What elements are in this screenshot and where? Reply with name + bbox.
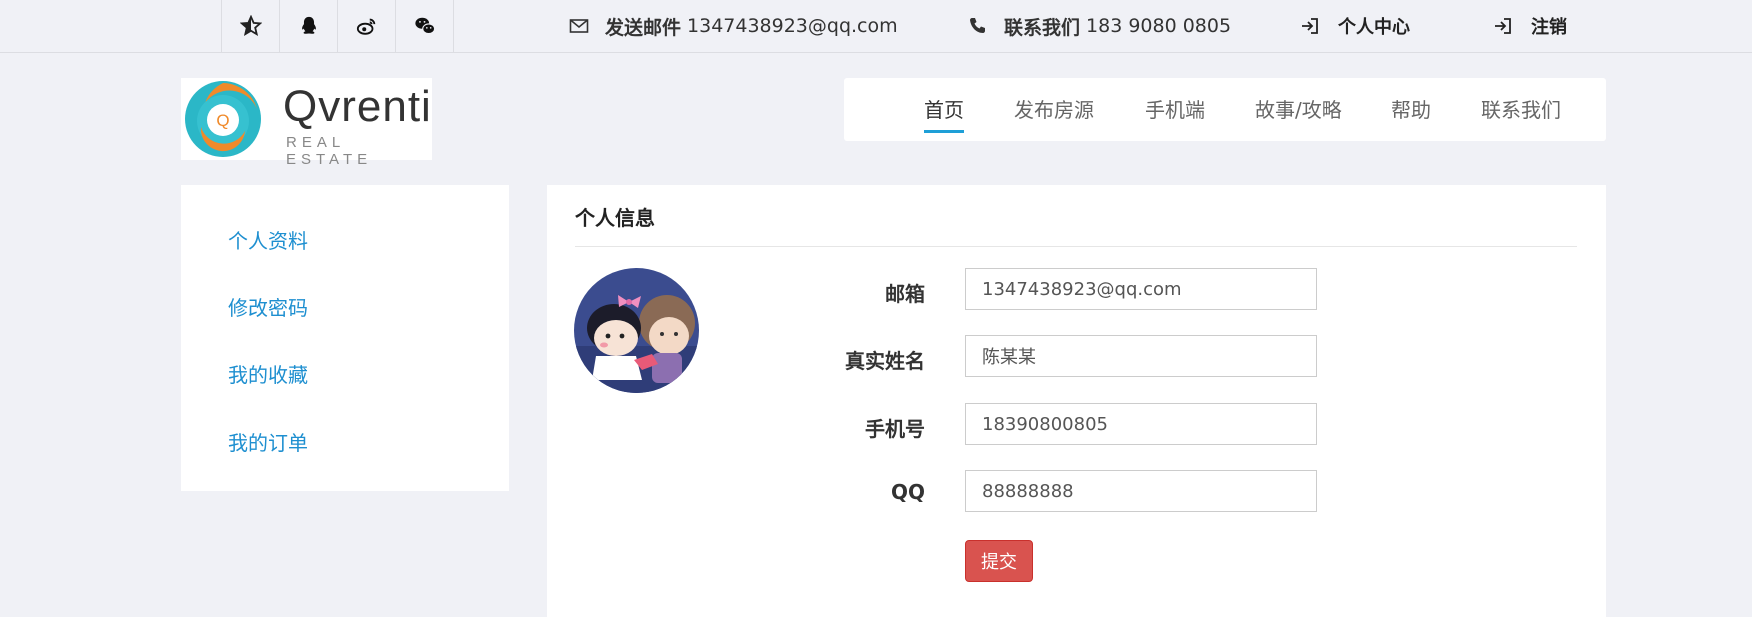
email-contact[interactable]: 发送邮件 1347438923@qq.com [569, 0, 898, 52]
main-navigation: 首页 发布房源 手机端 故事/攻略 帮助 联系我们 [844, 78, 1606, 141]
qq-icon [301, 16, 316, 34]
sidebar-item-profile[interactable]: 个人资料 [228, 225, 308, 254]
email-field-label: 邮箱 [885, 282, 925, 306]
wechat-button[interactable] [396, 0, 454, 52]
title-divider [575, 246, 1577, 247]
wechat-icon [414, 17, 435, 35]
logo-brand: Qvrenti [283, 82, 432, 131]
form-row-phone: 手机号 [547, 403, 1317, 447]
logo-mark: Q [185, 81, 261, 157]
star-icon [239, 15, 262, 37]
favorite-button[interactable] [222, 0, 280, 52]
logout-link[interactable]: 注销 [1493, 0, 1567, 52]
sign-in-icon [1300, 16, 1320, 36]
phone-label: 联系我们 [1004, 16, 1081, 39]
email-field[interactable] [965, 268, 1317, 310]
email-label: 发送邮件 [605, 16, 682, 39]
top-bar: 发送邮件 1347438923@qq.com 联系我们 183 9080 080… [0, 0, 1752, 53]
phone-contact[interactable]: 联系我们 183 9080 0805 [968, 0, 1231, 52]
qq-button[interactable] [280, 0, 338, 52]
qq-field-label: QQ [890, 480, 925, 504]
account-sidebar: 个人资料 修改密码 我的收藏 我的订单 [181, 185, 509, 491]
nav-item-stories[interactable]: 故事/攻略 [1255, 94, 1342, 134]
mail-icon [569, 16, 589, 36]
submit-button[interactable]: 提交 [965, 540, 1033, 582]
phone-field[interactable] [965, 403, 1317, 445]
sidebar-item-orders[interactable]: 我的订单 [228, 427, 308, 456]
sidebar-item-favorites[interactable]: 我的收藏 [228, 359, 308, 388]
weibo-button[interactable] [338, 0, 396, 52]
profile-panel: 个人信息 邮箱 真实姓名 手机号 [547, 185, 1606, 617]
phone-value: 183 9080 0805 [1086, 15, 1232, 37]
weibo-icon [356, 18, 375, 35]
user-center-label: 个人中心 [1338, 17, 1410, 38]
logo-tagline: REAL ESTATE [286, 134, 373, 168]
form-row-name: 真实姓名 [547, 335, 1317, 379]
phone-field-label: 手机号 [865, 417, 925, 441]
site-logo[interactable]: Q Qvrenti REAL ESTATE [181, 78, 432, 168]
user-center-link[interactable]: 个人中心 [1300, 0, 1410, 52]
logo-mark-letter: Q [216, 111, 229, 130]
sign-out-icon [1493, 16, 1513, 36]
page-title: 个人信息 [575, 206, 655, 230]
form-row-email: 邮箱 [547, 268, 1317, 312]
nav-item-home[interactable]: 首页 [924, 94, 964, 134]
logout-label: 注销 [1531, 17, 1567, 38]
email-value: 1347438923@qq.com [687, 15, 898, 37]
form-row-qq: QQ [547, 470, 1317, 514]
nav-item-publish[interactable]: 发布房源 [1014, 94, 1094, 134]
qq-field[interactable] [965, 470, 1317, 512]
social-links [221, 0, 454, 52]
nav-item-help[interactable]: 帮助 [1391, 94, 1431, 134]
real-name-field[interactable] [965, 335, 1317, 377]
nav-item-mobile[interactable]: 手机端 [1145, 94, 1205, 134]
phone-icon [968, 16, 988, 36]
name-field-label: 真实姓名 [845, 349, 925, 373]
nav-item-contact[interactable]: 联系我们 [1481, 94, 1561, 134]
sidebar-item-password[interactable]: 修改密码 [228, 292, 308, 321]
